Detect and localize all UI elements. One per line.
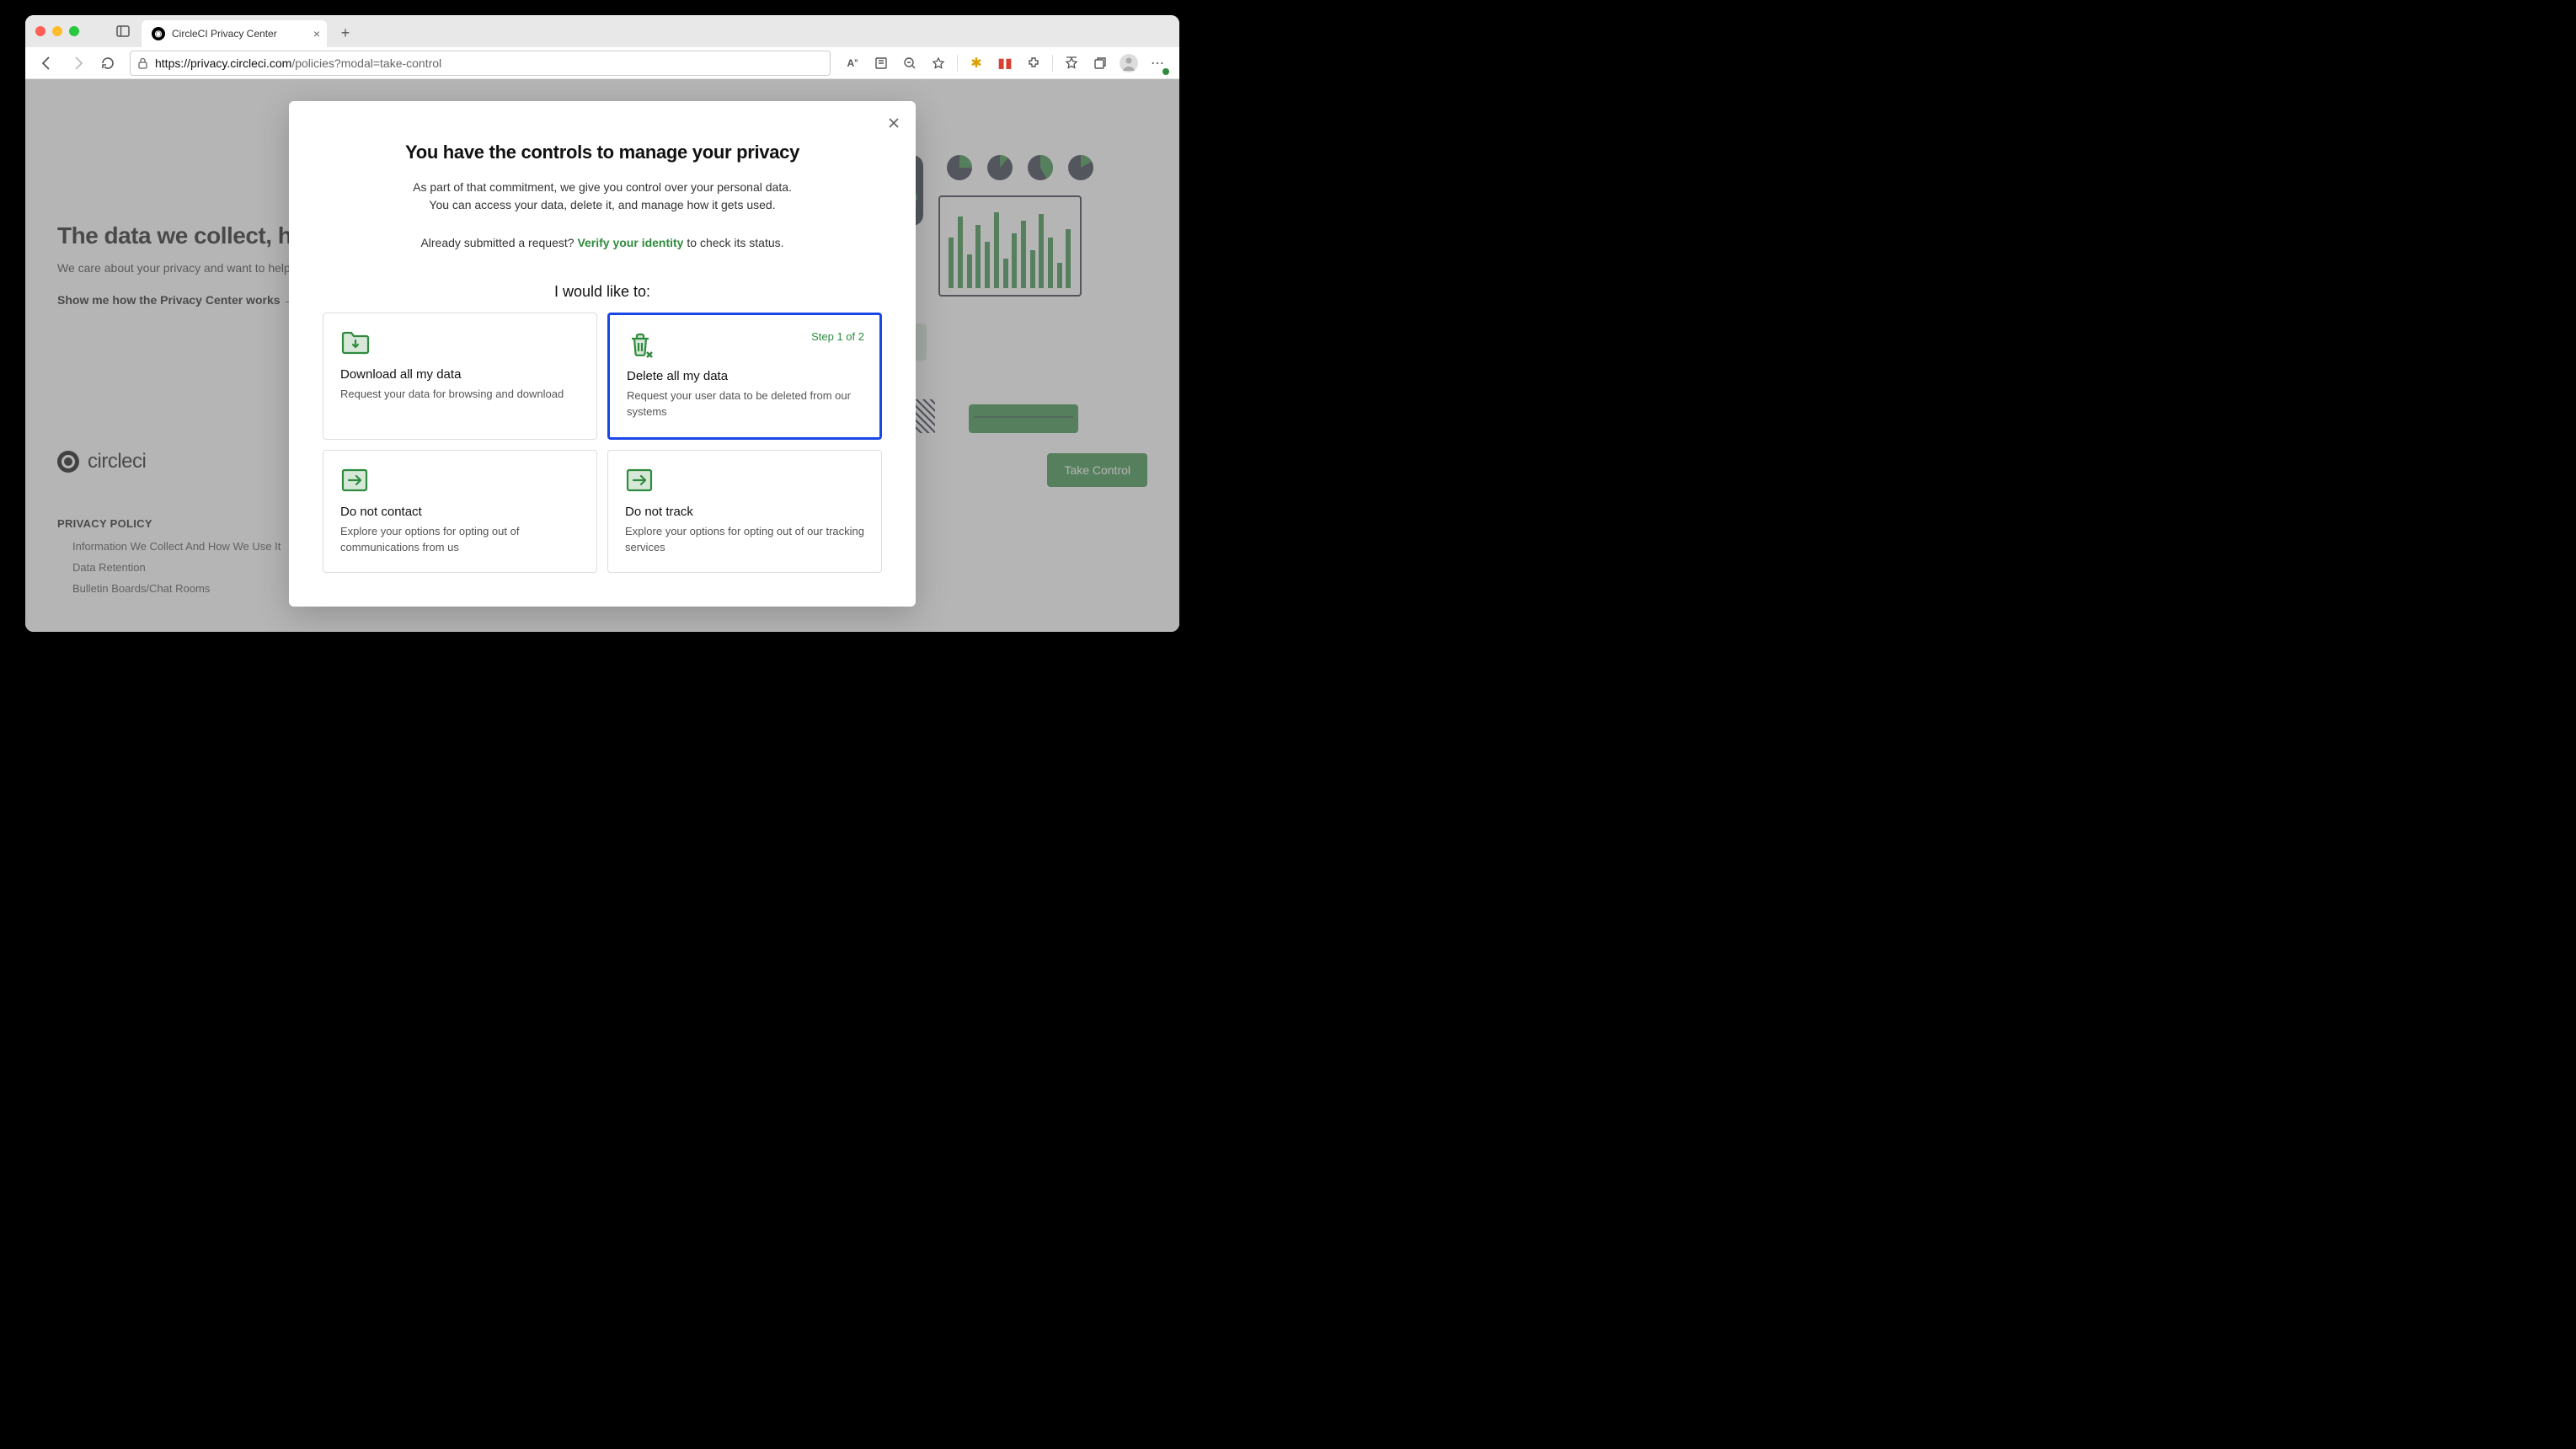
window-close-button[interactable] bbox=[35, 26, 45, 36]
favorites-bar-icon[interactable] bbox=[1058, 50, 1085, 77]
browser-tab[interactable]: ◉ CircleCI Privacy Center × bbox=[142, 20, 327, 47]
step-badge: Step 1 of 2 bbox=[811, 330, 864, 343]
card-title: Delete all my data bbox=[627, 369, 863, 383]
modal-title: You have the controls to manage your pri… bbox=[323, 142, 882, 163]
tab-title: CircleCI Privacy Center bbox=[172, 28, 277, 40]
new-tab-button[interactable]: + bbox=[334, 21, 357, 45]
privacy-modal: You have the controls to manage your pri… bbox=[289, 101, 916, 607]
tab-favicon: ◉ bbox=[152, 27, 165, 40]
card-desc: Request your user data to be deleted fro… bbox=[627, 388, 863, 420]
extension-2-icon[interactable]: ▮▮ bbox=[991, 50, 1018, 77]
option-cards: Download all my data Request your data f… bbox=[323, 313, 882, 573]
modal-description: As part of that commitment, we give you … bbox=[409, 179, 796, 214]
card-title: Do not track bbox=[625, 505, 864, 519]
verify-identity-link[interactable]: Verify your identity bbox=[577, 236, 683, 249]
lock-icon bbox=[137, 57, 148, 69]
card-do-not-track[interactable]: Do not track Explore your options for op… bbox=[607, 450, 882, 574]
tab-close-icon[interactable]: × bbox=[313, 27, 320, 40]
arrow-right-box-icon bbox=[340, 468, 371, 493]
card-title: Do not contact bbox=[340, 505, 580, 519]
card-desc: Explore your options for opting out of o… bbox=[625, 524, 864, 556]
url-text: https://privacy.circleci.com/policies?mo… bbox=[155, 56, 441, 70]
browser-window: ◉ CircleCI Privacy Center × + https://pr… bbox=[25, 15, 1179, 632]
sidebar-toggle-icon[interactable] bbox=[110, 18, 136, 45]
reader-icon[interactable] bbox=[868, 50, 895, 77]
card-delete-data[interactable]: Step 1 of 2 Delete all my data Request y… bbox=[607, 313, 882, 440]
toolbar-right: A» ✱ ▮▮ ⋯ bbox=[839, 50, 1171, 77]
titlebar: ◉ CircleCI Privacy Center × + bbox=[25, 15, 1179, 47]
card-desc: Explore your options for opting out of c… bbox=[340, 524, 580, 556]
modal-close-button[interactable] bbox=[884, 113, 904, 133]
forward-button[interactable] bbox=[64, 50, 91, 77]
window-controls bbox=[35, 26, 79, 36]
card-desc: Request your data for browsing and downl… bbox=[340, 387, 580, 403]
extension-1-icon[interactable]: ✱ bbox=[963, 50, 990, 77]
toolbar: https://privacy.circleci.com/policies?mo… bbox=[25, 47, 1179, 79]
zoom-icon[interactable] bbox=[896, 50, 923, 77]
card-do-not-contact[interactable]: Do not contact Explore your options for … bbox=[323, 450, 597, 574]
modal-status: Already submitted a request? Verify your… bbox=[323, 236, 882, 249]
card-title: Download all my data bbox=[340, 367, 580, 382]
more-icon[interactable]: ⋯ bbox=[1144, 50, 1171, 77]
reload-button[interactable] bbox=[94, 50, 121, 77]
extensions-icon[interactable] bbox=[1020, 50, 1047, 77]
address-bar[interactable]: https://privacy.circleci.com/policies?mo… bbox=[130, 51, 831, 76]
collections-icon[interactable] bbox=[1087, 50, 1114, 77]
tab-strip: ◉ CircleCI Privacy Center × + bbox=[142, 15, 357, 47]
window-minimize-button[interactable] bbox=[52, 26, 62, 36]
card-download-data[interactable]: Download all my data Request your data f… bbox=[323, 313, 597, 440]
favorite-icon[interactable] bbox=[925, 50, 952, 77]
back-button[interactable] bbox=[34, 50, 61, 77]
window-maximize-button[interactable] bbox=[69, 26, 79, 36]
profile-icon[interactable] bbox=[1115, 50, 1142, 77]
read-aloud-icon[interactable]: A» bbox=[839, 50, 866, 77]
trash-x-icon bbox=[627, 332, 657, 357]
modal-subheading: I would like to: bbox=[323, 283, 882, 301]
folder-download-icon bbox=[340, 330, 371, 356]
arrow-right-box-icon bbox=[625, 468, 655, 493]
viewport: The data we collect, how it's u We care … bbox=[25, 79, 1179, 632]
